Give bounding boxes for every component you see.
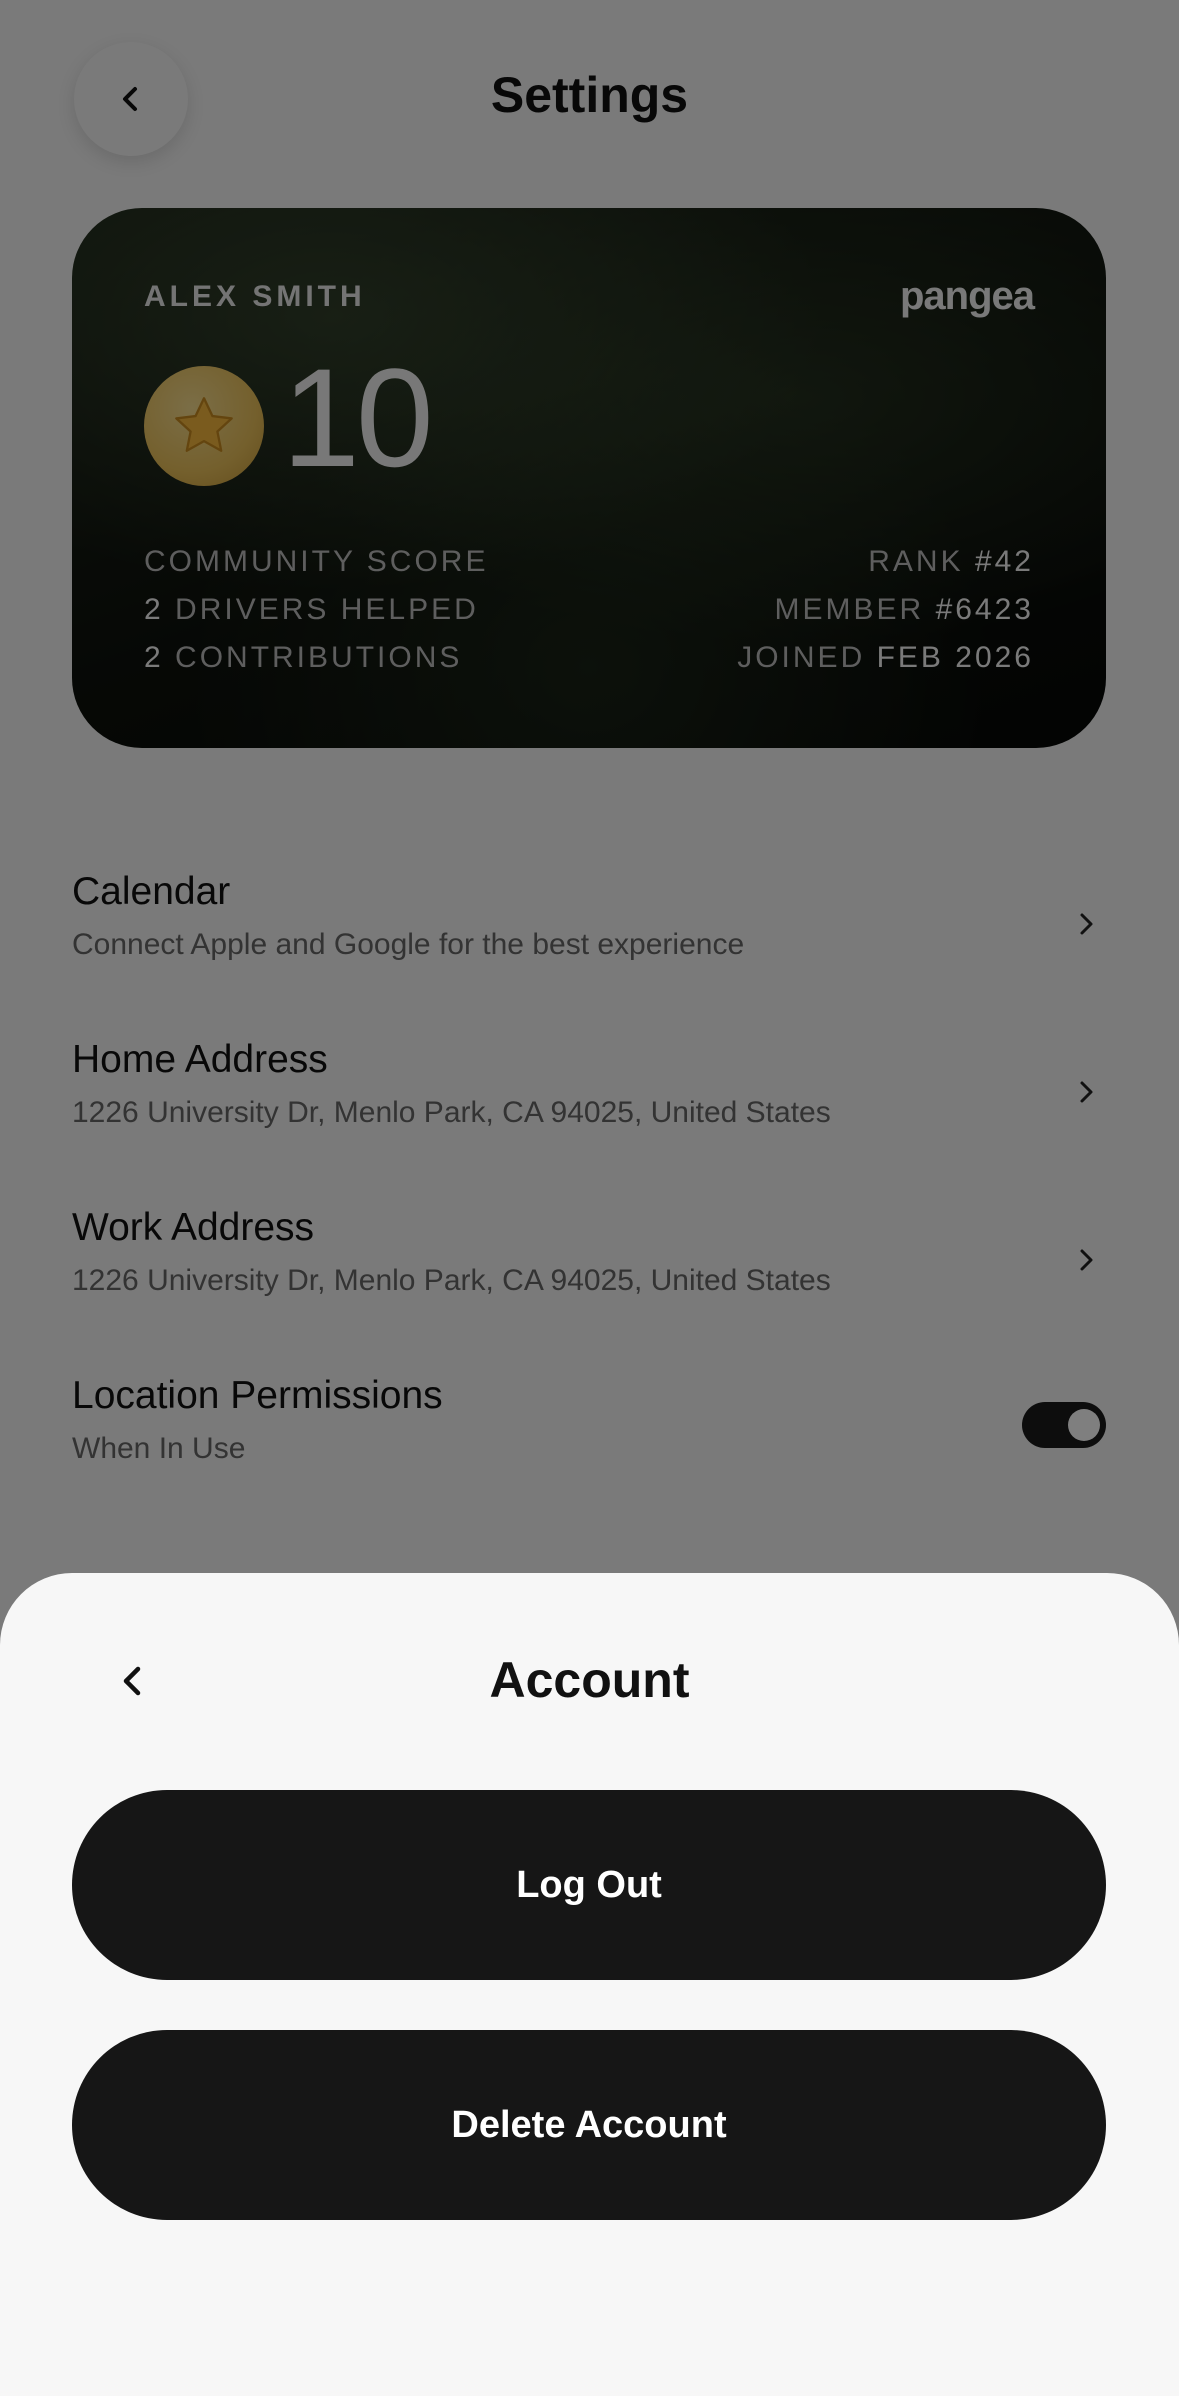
account-sheet: Account Log Out Delete Account <box>0 1573 1179 2396</box>
sheet-title: Account <box>489 1652 690 1708</box>
button-label: Log Out <box>516 1863 662 1906</box>
button-label: Delete Account <box>451 2103 727 2146</box>
delete-account-button[interactable]: Delete Account <box>72 2030 1106 2220</box>
log-out-button[interactable]: Log Out <box>72 1790 1106 1980</box>
